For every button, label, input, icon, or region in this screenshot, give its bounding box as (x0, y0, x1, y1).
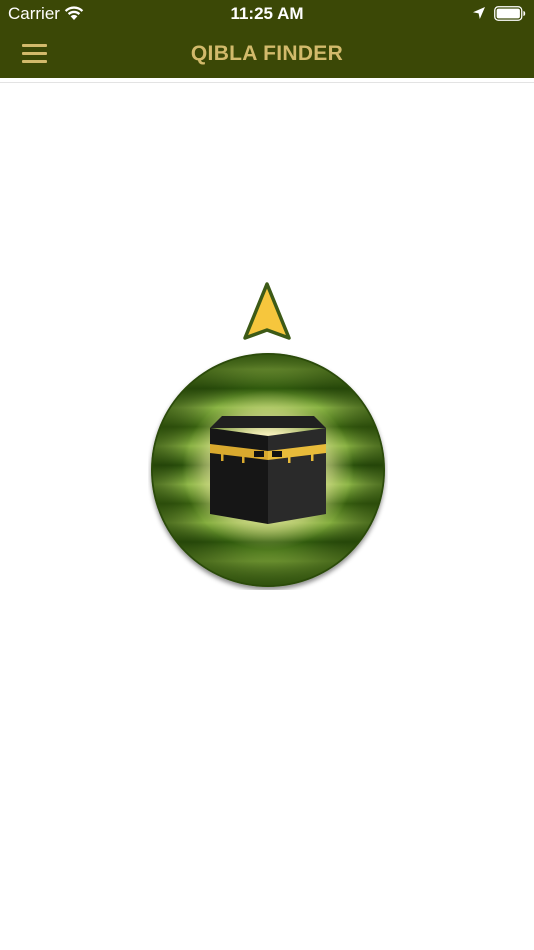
top-bar: Carrier 11:25 AM QIBLA FINDER (0, 0, 534, 78)
status-bar: Carrier 11:25 AM (0, 0, 534, 28)
location-arrow-icon (473, 7, 485, 19)
battery-icon (494, 6, 526, 21)
qibla-direction-arrow-icon (243, 282, 291, 340)
qibla-compass[interactable] (148, 350, 388, 590)
navigation-bar: QIBLA FINDER (0, 28, 534, 78)
page-title: QIBLA FINDER (190, 42, 344, 65)
divider (0, 82, 534, 83)
status-time: 11:25 AM (230, 4, 304, 23)
